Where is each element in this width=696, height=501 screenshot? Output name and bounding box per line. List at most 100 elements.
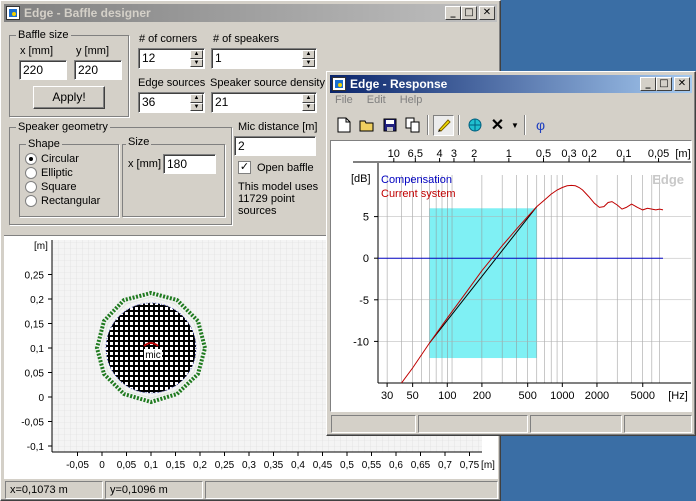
delete-icon[interactable]: ✕: [487, 115, 508, 136]
density-value: 21: [215, 95, 229, 109]
response-top-tick-label: 3: [451, 148, 457, 160]
close-button[interactable]: ✕: [674, 77, 690, 91]
spin-up-icon[interactable]: ▲: [302, 50, 315, 59]
baffle-x-tick-label: -0,05: [66, 460, 89, 471]
spin-up-icon[interactable]: ▲: [190, 94, 203, 103]
baffle-x-tick-label: 0,65: [411, 460, 431, 471]
size-label: Size: [126, 136, 152, 148]
open-baffle-label: Open baffle: [257, 161, 314, 174]
baffle-x-tick-label: 0,2: [193, 460, 207, 471]
response-x-unit: [Hz]: [668, 390, 688, 402]
baffle-x-tick-label: 0,25: [215, 460, 235, 471]
mic-distance-input[interactable]: 2: [234, 136, 316, 156]
open-icon[interactable]: [356, 115, 377, 136]
response-top-tick-label: 0,1: [616, 148, 631, 160]
baffle-x-tick-label: 0,7: [438, 460, 452, 471]
response-plot-area[interactable]: 5 0 -5 -10 [dB] 30 50 100 200 500 1000 2000 5000 [Hz]…: [330, 140, 692, 412]
corners-spinner[interactable]: 12 ▲ ▼: [138, 48, 205, 69]
spin-down-icon[interactable]: ▼: [190, 58, 203, 67]
menu-edit[interactable]: Edit: [367, 94, 386, 106]
size-x-input[interactable]: 180: [163, 154, 216, 174]
save-icon[interactable]: [379, 115, 400, 136]
response-x-tick-label: 500: [519, 390, 537, 402]
baffle-x-unit: [m]: [481, 460, 495, 471]
baffle-size-group: Baffle size x [mm] y [mm] 220 220 Apply!: [9, 29, 129, 117]
baffle-y-tick-label: 0,2: [30, 295, 44, 306]
baffle-x-tick-label: 0,1: [144, 460, 158, 471]
baffle-x-tick-label: 0,6: [389, 460, 403, 471]
baffle-x-input[interactable]: 220: [19, 60, 67, 80]
spin-up-icon[interactable]: ▲: [190, 50, 203, 59]
baffle-y-tick-label: -0,1: [27, 442, 45, 453]
pen-icon[interactable]: [433, 114, 454, 136]
baffle-x-tick-label: 0,75: [460, 460, 480, 471]
new-icon[interactable]: [333, 115, 354, 136]
baffle-x-tick-label: 0,55: [362, 460, 382, 471]
menu-file[interactable]: File: [335, 94, 353, 106]
response-top-tick-label: 0,05: [648, 148, 669, 160]
radio-dot: [25, 153, 37, 165]
shape-circular-label: Circular: [41, 153, 79, 165]
baffle-x-tick-label: 0,4: [291, 460, 305, 471]
corners-label: # of corners: [139, 33, 198, 45]
shape-square-label: Square: [41, 181, 77, 193]
legend-compensation: Compensation: [381, 174, 452, 186]
status-y: y=0,1096 m: [105, 481, 203, 499]
size-group: Size x [mm] 180: [122, 136, 225, 217]
watermark-text: Edge: [652, 172, 684, 187]
response-status-3: [530, 415, 622, 433]
radio-circular[interactable]: Circular: [25, 153, 79, 165]
spin-down-icon[interactable]: ▼: [302, 58, 315, 67]
apply-button[interactable]: Apply!: [33, 86, 105, 109]
minimize-button[interactable]: _: [445, 6, 461, 20]
response-titlebar[interactable]: Edge - Response _ □ ✕: [330, 75, 692, 93]
spin-down-icon[interactable]: ▼: [190, 102, 203, 111]
response-top-tick-label: 4: [437, 148, 443, 160]
response-top-tick-label: 0,3: [561, 148, 576, 160]
minimize-button[interactable]: _: [640, 77, 656, 91]
dropdown-icon[interactable]: ▼: [510, 115, 520, 136]
response-status-1: [331, 415, 416, 433]
density-label: Speaker source density: [210, 77, 325, 89]
response-x-tick-label: 2000: [585, 390, 609, 402]
globe-icon[interactable]: [464, 115, 485, 136]
app-icon: [332, 77, 346, 91]
speakers-value: 1: [215, 51, 222, 65]
radio-square[interactable]: Square: [25, 181, 76, 193]
baffle-y-tick-label: 0,15: [25, 320, 45, 331]
baffle-y-tick-label: -0,05: [21, 418, 44, 429]
baffle-titlebar[interactable]: Edge - Baffle designer _ □ ✕: [4, 4, 497, 22]
response-x-tick-label: 50: [407, 390, 419, 402]
baffle-size-label: Baffle size: [16, 29, 71, 41]
baffle-x-label: x [mm]: [20, 45, 53, 57]
close-button[interactable]: ✕: [479, 6, 495, 20]
app-icon: [6, 6, 20, 20]
phi-icon[interactable]: φ: [530, 115, 551, 136]
spin-up-icon[interactable]: ▲: [302, 94, 315, 103]
maximize-button[interactable]: □: [461, 6, 477, 20]
baffle-y-input[interactable]: 220: [74, 60, 122, 80]
menu-help[interactable]: Help: [400, 94, 423, 106]
maximize-button[interactable]: □: [656, 77, 672, 91]
response-y-tick-label: 5: [363, 212, 369, 224]
response-x-tick-label: 5000: [630, 390, 654, 402]
density-spinner[interactable]: 21 ▲ ▼: [211, 92, 317, 113]
copy-icon[interactable]: [402, 115, 423, 136]
speaker-geometry-group: Speaker geometry Shape Circular Elliptic…: [9, 121, 232, 225]
radio-rectangular[interactable]: Rectangular: [25, 195, 100, 207]
baffle-y-tick-label: 0,1: [30, 344, 44, 355]
response-top-tick-label: 0,5: [536, 148, 551, 160]
baffle-x-tick-label: 0,05: [117, 460, 137, 471]
response-top-tick-label: 0,2: [582, 148, 597, 160]
response-top-tick-label: 6,5: [408, 148, 423, 160]
speakers-spinner[interactable]: 1 ▲ ▼: [211, 48, 317, 69]
baffle-y-tick-label: 0,25: [25, 271, 45, 282]
open-baffle-checkbox[interactable]: ✓ Open baffle: [238, 161, 314, 174]
edge-sources-spinner[interactable]: 36 ▲ ▼: [138, 92, 205, 113]
radio-elliptic[interactable]: Elliptic: [25, 167, 73, 179]
spin-down-icon[interactable]: ▼: [302, 102, 315, 111]
response-x-tick-label: 100: [438, 390, 456, 402]
check-icon: ✓: [238, 161, 251, 174]
response-window-title: Edge - Response: [350, 77, 448, 91]
baffle-y-tick-label: 0,05: [25, 369, 45, 380]
